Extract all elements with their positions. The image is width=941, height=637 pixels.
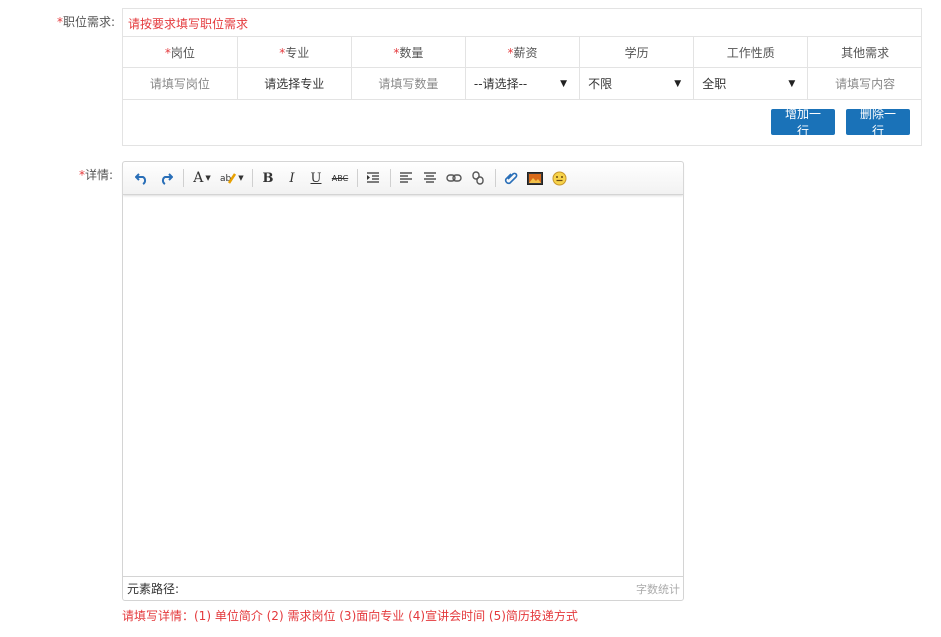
strikethrough-icon[interactable]: ABC (329, 167, 351, 189)
redo-icon[interactable] (155, 167, 177, 189)
font-color-icon[interactable]: A ▼ (188, 167, 216, 189)
quantity-input[interactable] (351, 68, 465, 99)
toolbar-separator (252, 169, 253, 187)
work-type-select[interactable]: 全职 ▼ (694, 69, 807, 99)
toolbar-separator (390, 169, 391, 187)
job-requirement-label: *职位需求: (40, 13, 115, 30)
column-header-label: 薪资 (513, 45, 538, 60)
editor-status-bar: 元素路径: 字数统计 (123, 576, 683, 600)
editor-toolbar: A ▼ ab ▼ B I U ABC (123, 162, 683, 195)
column-header-label: 其他需求 (841, 45, 890, 60)
link-icon[interactable] (443, 167, 465, 189)
undo-icon[interactable] (131, 167, 153, 189)
work-type-select-value: 全职 (702, 77, 727, 91)
position-input[interactable] (123, 68, 237, 99)
work-type-cell: 全职 ▼ (693, 67, 809, 100)
toolbar-separator (183, 169, 184, 187)
dropdown-arrow-icon: ▼ (674, 78, 682, 89)
element-path-label: 元素路径: (127, 582, 180, 596)
column-header-label: 学历 (624, 45, 649, 60)
major-select[interactable]: 请选择专业 (264, 77, 324, 91)
unlink-icon[interactable] (467, 167, 489, 189)
job-requirement-box: 请按要求填写职位需求 *岗位 *专业 *数量 *薪资 学历 工作性质 其他需求 … (122, 8, 922, 146)
column-header-salary: *薪资 (465, 36, 581, 68)
detail-hint: 请填写详情：(1) 单位简介 (2) 需求岗位 (3)面向专业 (4)宣讲会时间… (122, 609, 578, 623)
rich-text-editor: A ▼ ab ▼ B I U ABC 元素路径: 字数统计 (122, 161, 684, 601)
italic-icon[interactable]: I (281, 167, 303, 189)
column-header-work-type: 工作性质 (693, 36, 809, 68)
indent-icon[interactable] (362, 167, 384, 189)
bold-icon[interactable]: B (257, 167, 279, 189)
job-table: *岗位 *专业 *数量 *薪资 学历 工作性质 其他需求 请选择专业 --请选择… (123, 36, 922, 100)
toolbar-separator (495, 169, 496, 187)
image-icon[interactable] (524, 167, 546, 189)
add-row-button[interactable]: 增加一行 (771, 107, 835, 138)
job-requirement-hint: 请按要求填写职位需求 (128, 17, 249, 31)
job-requirement-label-text: 职位需求: (62, 15, 115, 29)
highlight-icon[interactable]: ab ▼ (218, 167, 246, 189)
detail-label: *详情: (40, 166, 113, 183)
education-select-value: 不限 (588, 77, 613, 91)
editor-content-area[interactable] (123, 195, 683, 576)
column-header-label: 数量 (399, 45, 424, 60)
table-row: 请选择专业 --请选择-- ▼ 不限 ▼ 全职 ▼ (123, 67, 922, 100)
column-header-label: 专业 (285, 45, 310, 60)
detail-label-text: 详情: (84, 168, 113, 182)
delete-row-button[interactable]: 删除一行 (846, 107, 910, 138)
column-header-other: 其他需求 (807, 36, 922, 68)
column-header-education: 学历 (579, 36, 695, 68)
education-select[interactable]: 不限 ▼ (580, 69, 693, 99)
column-header-quantity: *数量 (351, 36, 466, 68)
underline-icon[interactable]: U (305, 167, 327, 189)
align-center-icon[interactable] (419, 167, 441, 189)
dropdown-arrow-icon: ▼ (560, 78, 568, 89)
other-input[interactable] (808, 68, 922, 99)
align-left-icon[interactable] (395, 167, 417, 189)
word-count-label: 字数统计 (636, 582, 680, 596)
salary-select-value: --请选择-- (473, 77, 528, 91)
education-cell: 不限 ▼ (579, 67, 695, 100)
attachment-icon[interactable] (500, 167, 522, 189)
quantity-cell (351, 67, 466, 100)
position-cell (123, 67, 238, 100)
emoticon-icon[interactable] (548, 167, 570, 189)
toolbar-separator (357, 169, 358, 187)
other-cell (807, 67, 922, 100)
column-header-label: 工作性质 (726, 45, 775, 60)
table-header-row: *岗位 *专业 *数量 *薪资 学历 工作性质 其他需求 (123, 36, 922, 68)
dropdown-arrow-icon: ▼ (788, 78, 796, 89)
salary-select[interactable]: --请选择-- ▼ (466, 69, 579, 99)
salary-cell: --请选择-- ▼ (465, 67, 581, 100)
column-header-position: *岗位 (123, 36, 238, 68)
column-header-label: 岗位 (170, 45, 195, 60)
column-header-major: *专业 (237, 36, 352, 68)
major-cell: 请选择专业 (237, 67, 352, 100)
